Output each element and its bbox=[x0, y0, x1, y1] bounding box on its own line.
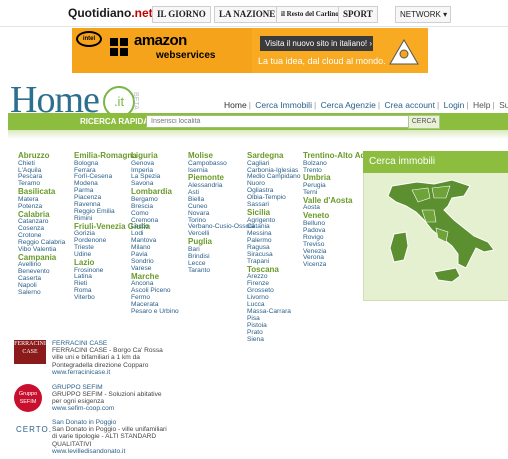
arrow-right-icon: › bbox=[369, 39, 373, 48]
nav-su-di-noi[interactable]: Su di noi bbox=[499, 100, 508, 110]
quotidiano-logo-link[interactable]: Quotidiano.net bbox=[68, 6, 153, 21]
amazon-ad-banner[interactable]: intel amazon webservices Visita il nuovo… bbox=[72, 28, 428, 73]
search-button[interactable]: CERCA bbox=[408, 115, 440, 129]
certo-logo[interactable]: CERTO. bbox=[16, 425, 52, 434]
ad-cta-button[interactable]: Visita il nuovo sito in italiano! › bbox=[260, 36, 373, 51]
ferracini-logo[interactable]: FERRACINI CASE bbox=[14, 340, 46, 364]
nav-separator: | bbox=[437, 100, 440, 110]
sponsor-url-link[interactable]: www.ferracinicase.it bbox=[52, 369, 110, 376]
quick-search-label: RICERCA RAPIDA bbox=[80, 117, 150, 126]
ferracini-logo-text: FERRACINI CASE bbox=[14, 341, 46, 355]
nav-login[interactable]: Login bbox=[444, 100, 465, 110]
ad-cta-label: Visita il nuovo sito in italiano! bbox=[265, 39, 368, 48]
italy-map[interactable] bbox=[372, 176, 502, 294]
sicily-island[interactable] bbox=[433, 267, 461, 283]
sponsor-description: GRUPPO SEFIM - Soluzioni abitative per o… bbox=[52, 391, 162, 406]
logo-beta-label: BETA bbox=[132, 92, 139, 110]
sponsor-title[interactable]: FERRACINI CASE bbox=[52, 340, 107, 347]
aws-cubes-icon bbox=[110, 38, 128, 56]
amazon-sub: webservices bbox=[156, 50, 216, 61]
sport-link[interactable]: SPORT bbox=[338, 6, 378, 23]
sefim-logo[interactable]: Gruppo SEFIM bbox=[14, 384, 42, 412]
nav-separator: | bbox=[466, 100, 469, 110]
sefim-logo-text: Gruppo SEFIM bbox=[18, 391, 38, 405]
network-dropdown-label: NETWORK bbox=[400, 10, 441, 19]
nav-home[interactable]: Home bbox=[224, 100, 247, 110]
sponsor-description: San Donato in Poggio - ville unifamiliar… bbox=[52, 426, 167, 448]
amazon-logo: amazon bbox=[134, 32, 187, 49]
top-nav: Home | Cerca Immobili | Cerca Agenzie | Cre… bbox=[224, 100, 508, 110]
nav-crea-account[interactable]: Crea account bbox=[384, 100, 435, 110]
search-bar-shadow bbox=[8, 130, 508, 139]
chevron-down-icon: ▾ bbox=[443, 10, 448, 19]
quotidiano-tld: .net bbox=[131, 6, 153, 20]
province-link[interactable]: Pesaro e Urbino bbox=[131, 308, 201, 316]
map-panel-title: Cerca immobili bbox=[363, 151, 508, 173]
nav-help[interactable]: Help bbox=[473, 100, 490, 110]
quotidiano-name: Quotidiano bbox=[68, 6, 132, 20]
il-giorno-link[interactable]: IL GIORNO bbox=[152, 6, 211, 23]
sponsor-description: FERRACINI CASE - Borgo Ca' Rossa ville u… bbox=[52, 347, 163, 369]
sardinia-island[interactable] bbox=[389, 231, 409, 263]
sponsor-title[interactable]: San Donato in Poggio bbox=[52, 419, 116, 426]
nav-cerca-agenzie[interactable]: Cerca Agenzie bbox=[321, 100, 376, 110]
resto-del-carlino-link[interactable]: il Resto del Carlino bbox=[276, 6, 344, 23]
rocket-illustration-icon bbox=[389, 39, 419, 65]
sponsor-url-link[interactable]: www.sefim-coop.com bbox=[52, 405, 114, 412]
nav-separator: | bbox=[313, 100, 317, 110]
la-nazione-link[interactable]: LA NAZIONE bbox=[214, 6, 281, 23]
province-link[interactable]: Siena bbox=[247, 336, 317, 344]
location-search-input[interactable] bbox=[146, 115, 411, 128]
sponsor-url-link[interactable]: www.levilledisandonato.it bbox=[52, 448, 125, 455]
sponsor-title[interactable]: GRUPPO SEFIM bbox=[52, 384, 103, 391]
intel-logo: intel bbox=[76, 31, 102, 47]
nav-separator: | bbox=[492, 100, 495, 110]
ad-right-panel: Visita il nuovo sito in italiano! › La t… bbox=[252, 28, 428, 73]
ad-tagline: La tua idea, dal cloud al mondo. bbox=[258, 56, 386, 66]
nav-cerca-immobili[interactable]: Cerca Immobili bbox=[255, 100, 312, 110]
nav-separator: | bbox=[248, 100, 251, 110]
nav-separator: | bbox=[377, 100, 381, 110]
network-dropdown[interactable]: NETWORK ▾ bbox=[395, 6, 451, 23]
